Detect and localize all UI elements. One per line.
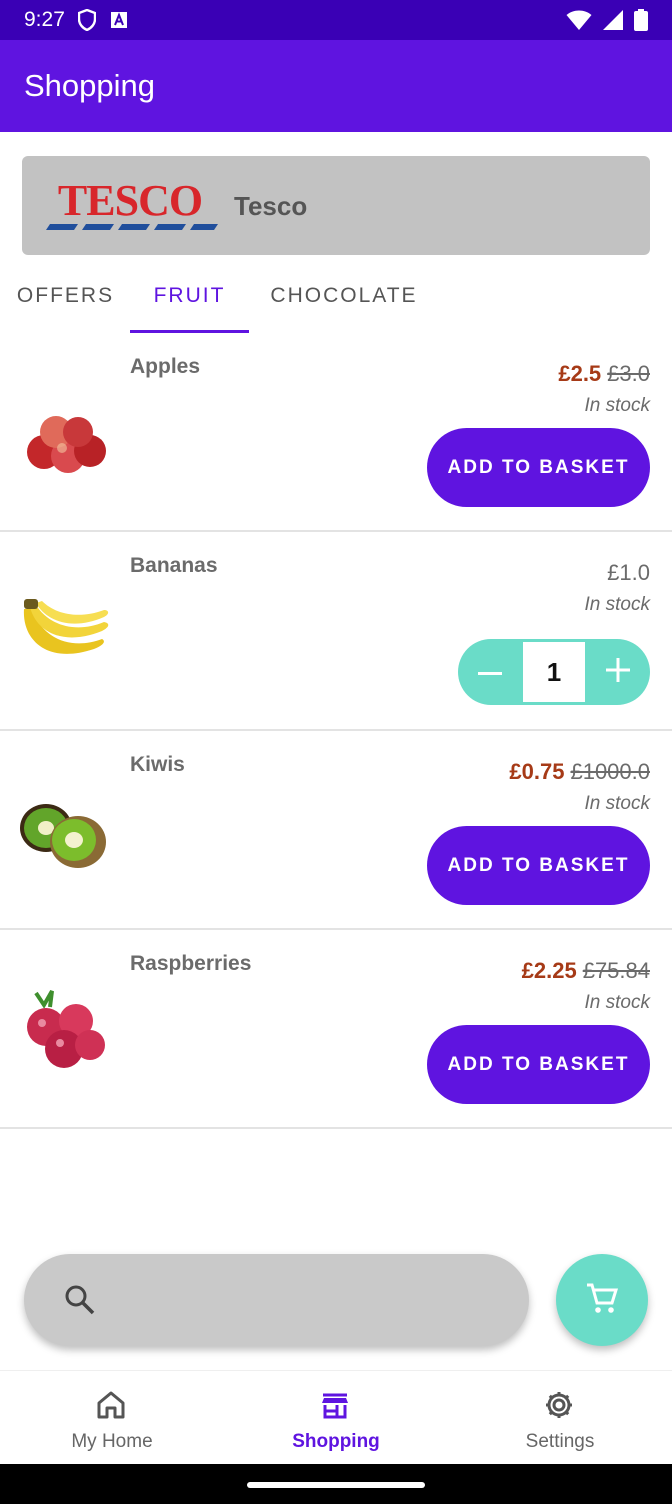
bottom-nav: My Home Shopping Settings [0,1370,672,1464]
old-price: £1000.0 [570,759,650,784]
tab-chocolate[interactable]: CHOCOLATE [249,268,439,332]
tesco-logo: TESCO [40,176,220,237]
list-item[interactable]: Apples £2.5 £3.0 In stock ADD TO BASKET [0,333,672,532]
stock-status: In stock [584,395,650,416]
decrease-quantity-button[interactable] [458,639,522,705]
store-card[interactable]: TESCO Tesco [22,156,650,255]
list-item[interactable]: Bananas £1.0 In stock 1 [0,532,672,731]
apples-image [16,388,112,478]
sale-price: £2.25 [521,958,577,983]
stock-status: In stock [584,793,650,814]
search-icon [64,1284,96,1321]
battery-icon [634,9,648,36]
nav-shopping[interactable]: Shopping [224,1371,448,1465]
status-right-icons [566,9,648,36]
bananas-image [16,587,112,677]
plus-icon [606,657,630,687]
product-name: Bananas [130,554,218,577]
signal-icon [602,9,624,36]
app-bar: Shopping [0,40,672,132]
product-name: Raspberries [130,952,252,975]
stock-status: In stock [584,992,650,1013]
add-to-basket-button[interactable]: ADD TO BASKET [427,428,650,507]
shield-icon [77,8,97,36]
status-bar: 9:27 [0,0,672,40]
home-gesture-handle[interactable] [247,1482,425,1488]
sale-price: £0.75 [509,759,565,784]
add-to-basket-button[interactable]: ADD TO BASKET [427,1025,650,1104]
minus-icon [478,663,502,681]
tab-offers[interactable]: OFFERS [0,268,131,332]
old-price: £75.84 [582,958,650,983]
gear-icon [543,1389,575,1426]
svg-text:TESCO: TESCO [58,178,202,225]
home-icon [95,1389,127,1426]
store-icon [319,1389,351,1426]
quantity-value[interactable]: 1 [523,642,585,702]
wifi-icon [566,9,592,36]
cart-button[interactable] [556,1254,648,1346]
tab-fruit[interactable]: FRUIT [130,268,249,332]
price-line: £1.0 [607,560,650,586]
old-price: £3.0 [607,361,650,386]
system-nav-bar [0,1464,672,1504]
status-left-icons [77,8,128,36]
price-line: £2.5 £3.0 [558,361,650,387]
list-item[interactable]: Kiwis £0.75 £1000.0 In stock ADD TO BASKE… [0,731,672,930]
product-list: Apples £2.5 £3.0 In stock ADD TO BASKET B… [0,333,672,1129]
raspberries-image [16,985,112,1075]
list-item[interactable]: Raspberries £2.25 £75.84 In stock ADD TO … [0,930,672,1129]
sale-price: £2.5 [558,361,602,386]
add-to-basket-button[interactable]: ADD TO BASKET [427,826,650,905]
nav-label: My Home [71,1431,153,1452]
app-title: Shopping [24,68,156,103]
quantity-stepper: 1 [458,639,650,705]
a-notification-icon [110,11,128,34]
product-name: Apples [130,355,201,378]
product-name: Kiwis [130,753,185,776]
price-line: £2.25 £75.84 [522,958,650,984]
search-input[interactable] [24,1254,529,1346]
price-line: £0.75 £1000.0 [509,759,650,785]
nav-label: Shopping [292,1431,380,1452]
nav-my-home[interactable]: My Home [0,1371,224,1465]
status-time: 9:27 [24,8,65,31]
cart-icon [584,1280,620,1321]
increase-quantity-button[interactable] [586,639,650,705]
price: £1.0 [607,560,650,585]
category-tabs: OFFERS FRUIT CHOCOLATE [0,268,672,334]
stock-status: In stock [584,594,650,615]
nav-settings[interactable]: Settings [448,1371,672,1465]
store-name: Tesco [234,191,308,221]
kiwis-image [16,786,112,876]
nav-label: Settings [525,1431,595,1452]
